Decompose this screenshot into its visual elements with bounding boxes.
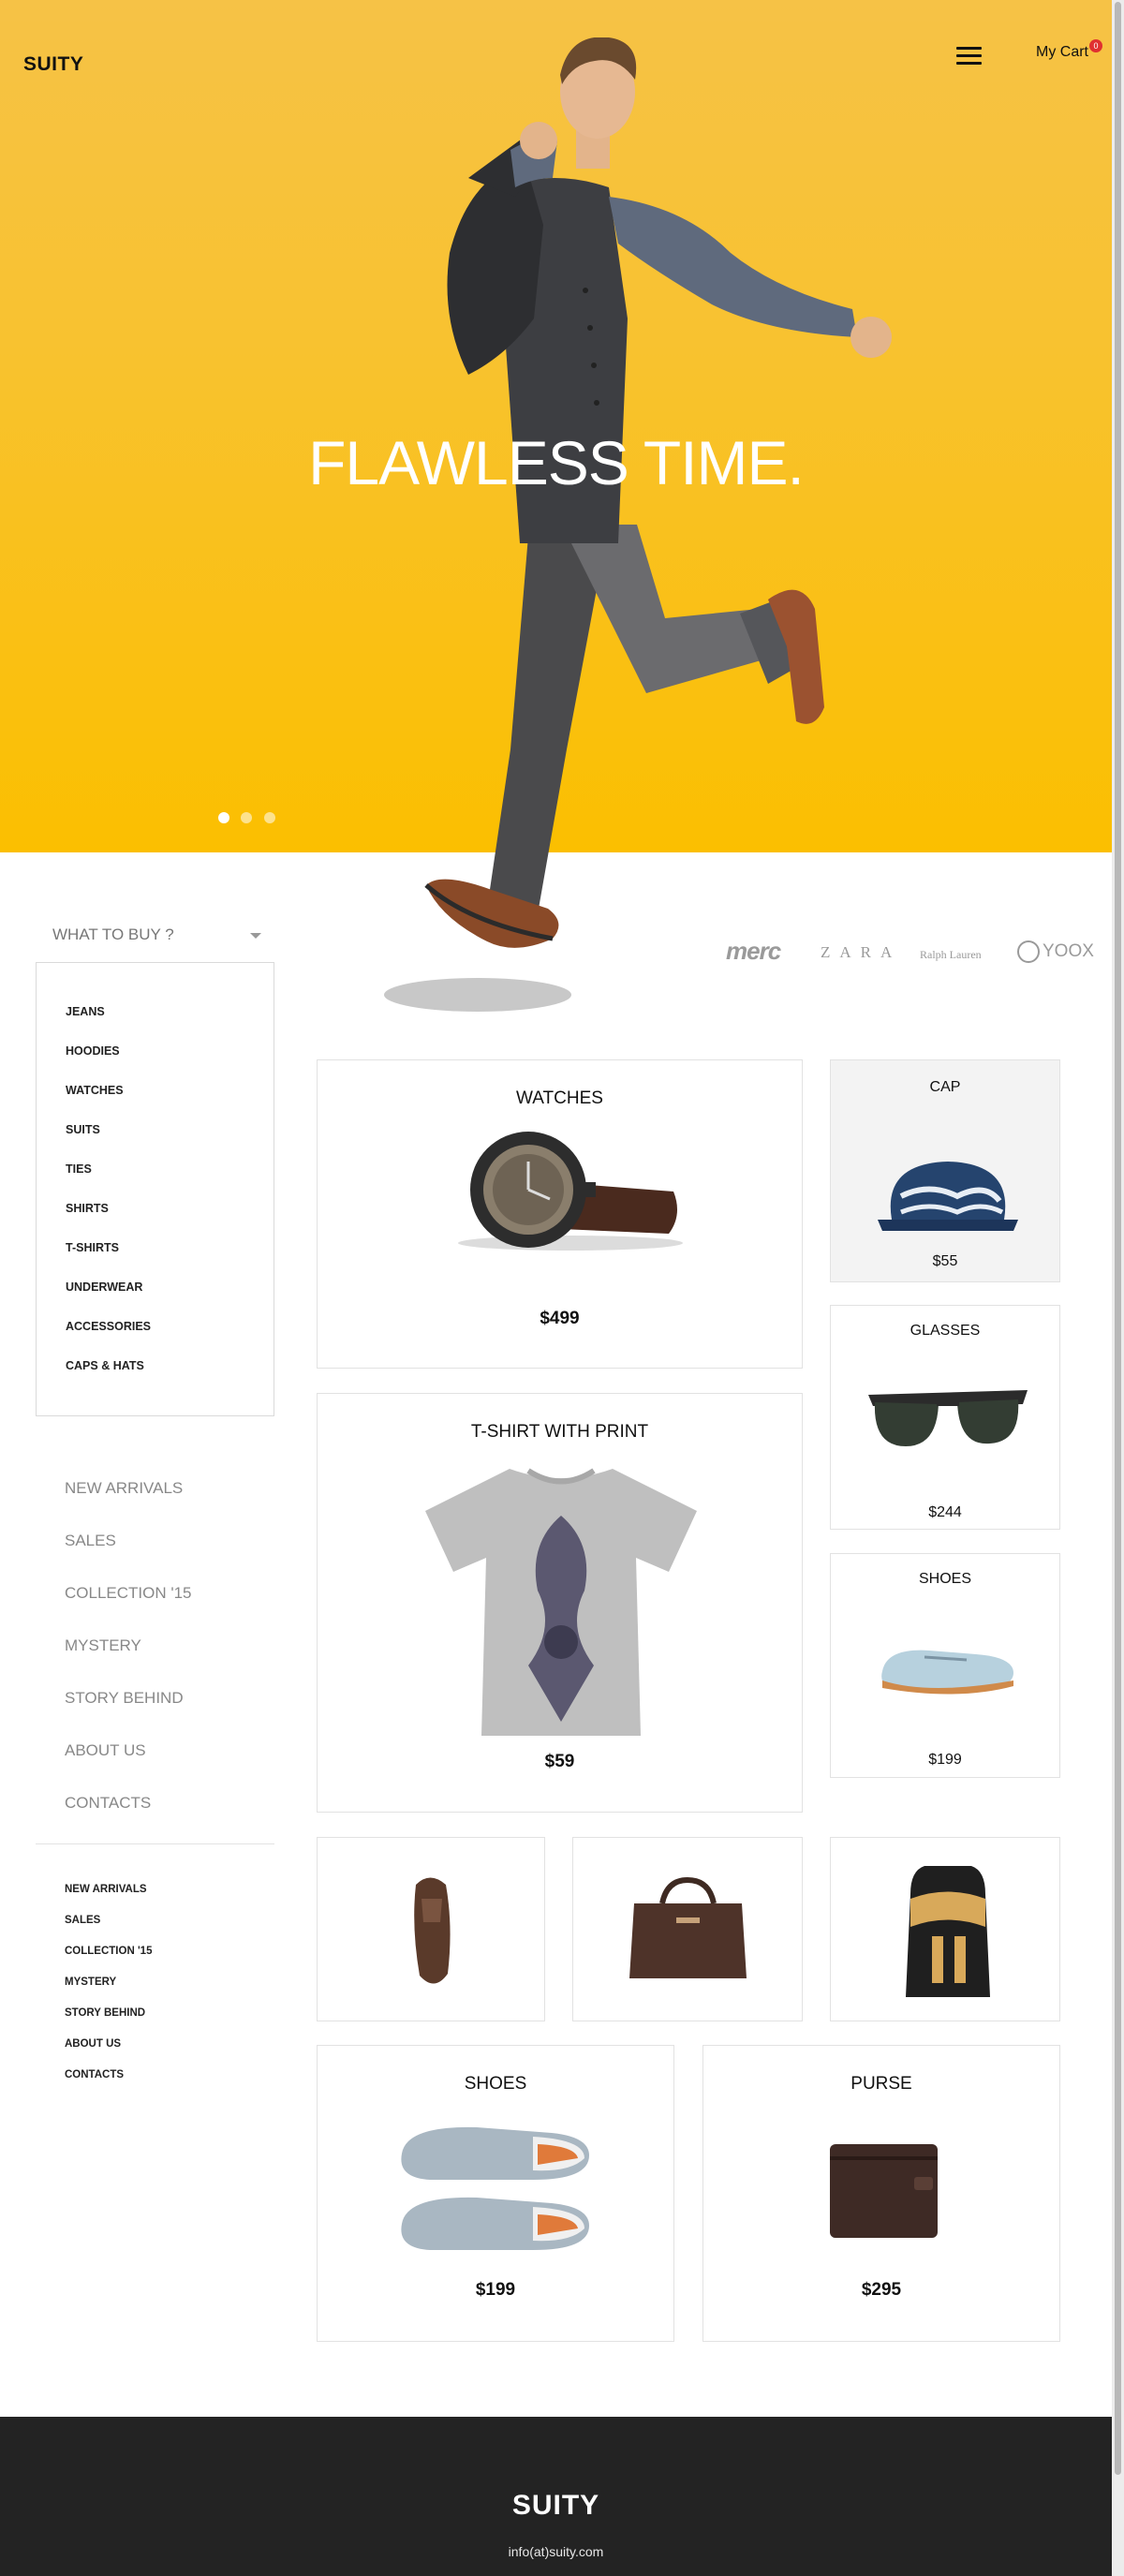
nav-mystery[interactable]: MYSTERY: [65, 1636, 141, 1655]
footer-logo[interactable]: SUITY: [0, 2490, 1112, 2522]
cart-count-badge: 0: [1089, 39, 1102, 52]
hamburger-menu-icon[interactable]: [954, 43, 984, 69]
tshirt-image: [425, 1468, 697, 1736]
nav-sales[interactable]: SALES: [65, 1532, 116, 1550]
subnav-mystery[interactable]: MYSTERY: [65, 1976, 116, 1988]
subnav-contacts[interactable]: CONTACTS: [65, 2069, 124, 2080]
category-caps-hats[interactable]: CAPS & HATS: [66, 1359, 144, 1372]
category-t-shirts[interactable]: T-SHIRTS: [66, 1241, 119, 1254]
shoes-pair-image: [401, 2126, 589, 2250]
yoox-circle-icon: [1017, 940, 1040, 963]
product-price: $499: [540, 1309, 580, 1328]
backpack-image: [906, 1866, 990, 1997]
hero-title: FLAWLESS TIME.: [308, 428, 805, 497]
bag-image: [629, 1876, 747, 1978]
cart-link[interactable]: My Cart: [1036, 44, 1088, 61]
brand-yoox-logo[interactable]: YOOX: [1017, 940, 1094, 963]
product-price: $59: [544, 1752, 575, 1771]
cap-image: [878, 1162, 1018, 1231]
product-title: SHOES: [918, 1571, 971, 1587]
product-title: WATCHES: [516, 1088, 603, 1108]
product-card-shoes-small[interactable]: SHOES $199: [830, 1553, 1060, 1778]
scrollbar-thumb[interactable]: [1115, 2, 1121, 2475]
sidebar-divider: [36, 1843, 274, 1844]
shoe-image: [881, 1650, 1013, 1695]
subnav-collection[interactable]: COLLECTION '15: [65, 1946, 152, 1957]
product-card-tshirt[interactable]: T-SHIRT WITH PRINT $59: [317, 1393, 803, 1813]
site-logo[interactable]: SUITY: [23, 53, 83, 76]
category-jeans[interactable]: JEANS: [66, 1005, 105, 1018]
product-card-backpack[interactable]: [830, 1837, 1060, 2021]
slider-dots: [218, 811, 283, 823]
purse-image: [830, 2144, 938, 2238]
product-title: CAP: [929, 1079, 961, 1095]
category-suits[interactable]: SUITS: [66, 1123, 100, 1136]
glasses-image: [868, 1390, 1028, 1446]
category-hoodies[interactable]: HOODIES: [66, 1044, 120, 1058]
subnav-about-us[interactable]: ABOUT US: [65, 2038, 121, 2050]
brand-yoox-label: YOOX: [1043, 941, 1094, 962]
product-price: $295: [861, 2280, 902, 2300]
product-title: SHOES: [464, 2074, 527, 2094]
product-title: GLASSES: [910, 1323, 981, 1339]
product-card-cap[interactable]: CAP $55: [830, 1059, 1060, 1282]
nav-story-behind[interactable]: STORY BEHIND: [65, 1689, 184, 1708]
product-price: $199: [475, 2280, 516, 2300]
slider-dot-3[interactable]: [263, 812, 275, 823]
slider-dot-1[interactable]: [218, 812, 229, 823]
subnav-story-behind[interactable]: STORY BEHIND: [65, 2007, 145, 2019]
product-price: $55: [932, 1253, 958, 1269]
footer-email-link[interactable]: info(at)suity.com: [0, 2544, 1112, 2559]
product-price: $244: [928, 1504, 962, 1520]
nav-contacts[interactable]: CONTACTS: [65, 1794, 151, 1813]
category-underwear[interactable]: UNDERWEAR: [66, 1281, 142, 1294]
loafer-image: [414, 1877, 451, 1984]
product-card-watches[interactable]: WATCHES $499: [317, 1059, 803, 1369]
slider-dot-2[interactable]: [241, 812, 253, 823]
category-shirts[interactable]: SHIRTS: [66, 1202, 109, 1215]
what-to-buy-dropdown[interactable]: WHAT TO BUY ?: [52, 925, 262, 944]
nav-about-us[interactable]: ABOUT US: [65, 1741, 146, 1760]
chevron-down-icon: [250, 933, 261, 939]
hero-model-image: [384, 37, 892, 1012]
subnav-sales[interactable]: SALES: [65, 1915, 100, 1926]
product-card-shoes-large[interactable]: SHOES $199: [317, 2045, 674, 2342]
product-card-loafer[interactable]: [317, 1837, 545, 2021]
subnav-new-arrivals[interactable]: NEW ARRIVALS: [65, 1884, 147, 1895]
category-ties[interactable]: TIES: [66, 1162, 92, 1176]
product-title: PURSE: [850, 2074, 912, 2094]
product-title: T-SHIRT WITH PRINT: [470, 1422, 649, 1442]
page-scrollbar[interactable]: [1112, 0, 1124, 2576]
product-card-glasses[interactable]: GLASSES $244: [830, 1305, 1060, 1530]
watch-image: [458, 1132, 683, 1251]
product-price: $199: [928, 1752, 962, 1768]
nav-collection[interactable]: COLLECTION '15: [65, 1584, 192, 1603]
category-list: [36, 962, 274, 1416]
category-accessories[interactable]: ACCESSORIES: [66, 1320, 151, 1333]
nav-new-arrivals[interactable]: NEW ARRIVALS: [65, 1479, 183, 1498]
category-watches[interactable]: WATCHES: [66, 1084, 124, 1097]
product-card-purse[interactable]: PURSE $295: [702, 2045, 1060, 2342]
product-card-bag[interactable]: [572, 1837, 803, 2021]
